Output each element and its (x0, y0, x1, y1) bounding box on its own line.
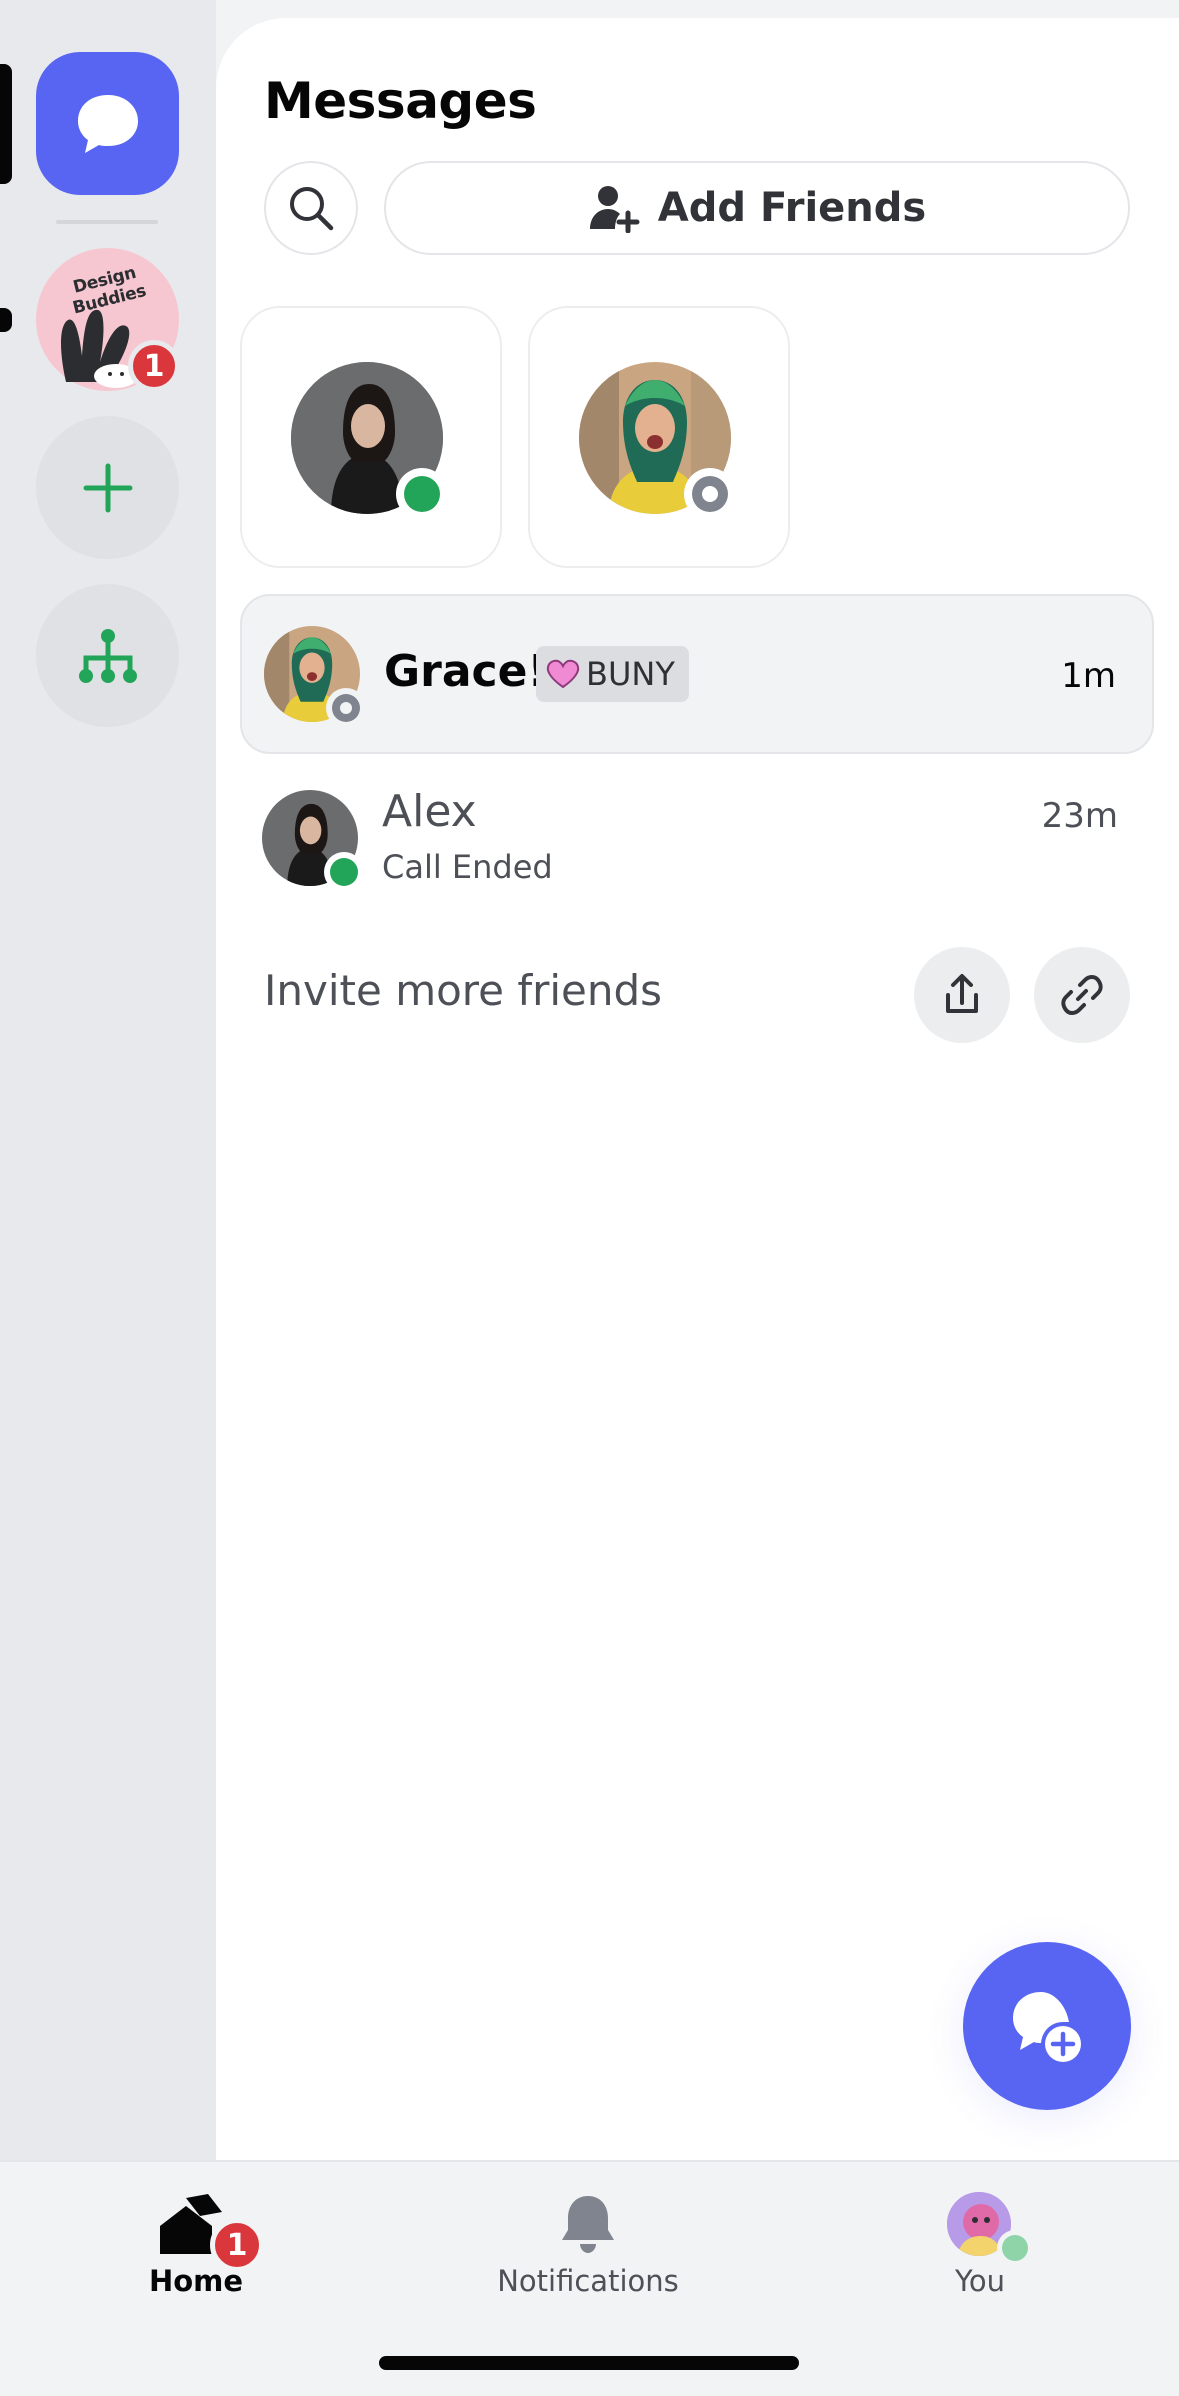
friend-card-grace[interactable] (528, 306, 790, 568)
status-idle-indicator (326, 688, 366, 728)
dm-time: 23m (1041, 796, 1118, 836)
status-idle-indicator (684, 468, 736, 520)
bell-icon (562, 2196, 614, 2253)
copy-link-button[interactable] (1034, 947, 1130, 1043)
hierarchy-icon (78, 628, 137, 683)
tab-you[interactable]: You (850, 2192, 1110, 2312)
dm-subtitle: Call Ended (382, 848, 553, 886)
dm-name: Alex (382, 786, 477, 837)
add-server-button[interactable] (36, 416, 179, 559)
friend-card-alex[interactable] (240, 306, 502, 568)
search-icon (290, 187, 334, 231)
server-rail: Design Buddies 1 (0, 0, 216, 2160)
new-message-button[interactable] (963, 1942, 1131, 2110)
add-friends-button[interactable]: Add Friends (384, 161, 1130, 255)
status-online-indicator (324, 852, 364, 892)
tab-label: Notifications (497, 2264, 679, 2298)
dm-row-alex[interactable]: Alex Call Ended 23m (240, 768, 1154, 918)
direct-messages-button[interactable] (36, 52, 179, 195)
share-icon (946, 974, 978, 1013)
server-design-buddies[interactable]: Design Buddies 1 (36, 248, 180, 392)
discover-button[interactable] (36, 584, 179, 727)
dm-name: Grace! (384, 646, 548, 697)
chat-bubble-icon (77, 94, 138, 153)
dm-row-grace[interactable]: Grace! BUNY 1m (240, 594, 1154, 754)
home-unread-badge: 1 (210, 2218, 264, 2272)
rail-separator (56, 220, 158, 224)
tab-notifications[interactable]: Notifications (458, 2192, 718, 2312)
heart-icon (546, 659, 580, 689)
server-tag: BUNY (536, 646, 689, 702)
invite-more-friends-label: Invite more friends (264, 966, 663, 1015)
tab-home[interactable]: 1 Home (66, 2192, 326, 2312)
search-button[interactable] (264, 161, 358, 255)
new-chat-icon (1013, 1992, 1081, 2062)
add-user-icon (589, 186, 640, 233)
tag-label: BUNY (586, 655, 675, 693)
server-unread-badge: 1 (128, 340, 180, 392)
link-icon (1061, 975, 1103, 1015)
tab-label: You (955, 2264, 1005, 2298)
messages-panel: Messages Add Friends Grace! BUNY 1m Alex… (216, 18, 1179, 2160)
unread-indicator (0, 308, 12, 332)
share-invite-button[interactable] (914, 947, 1010, 1043)
page-title: Messages (264, 72, 537, 130)
status-online-indicator (396, 468, 448, 520)
dm-time: 1m (1061, 656, 1116, 696)
add-friends-label: Add Friends (657, 185, 927, 231)
home-indicator (379, 2356, 799, 2370)
plus-icon (83, 463, 132, 512)
active-indicator (0, 64, 12, 184)
status-online-indicator (997, 2230, 1033, 2266)
